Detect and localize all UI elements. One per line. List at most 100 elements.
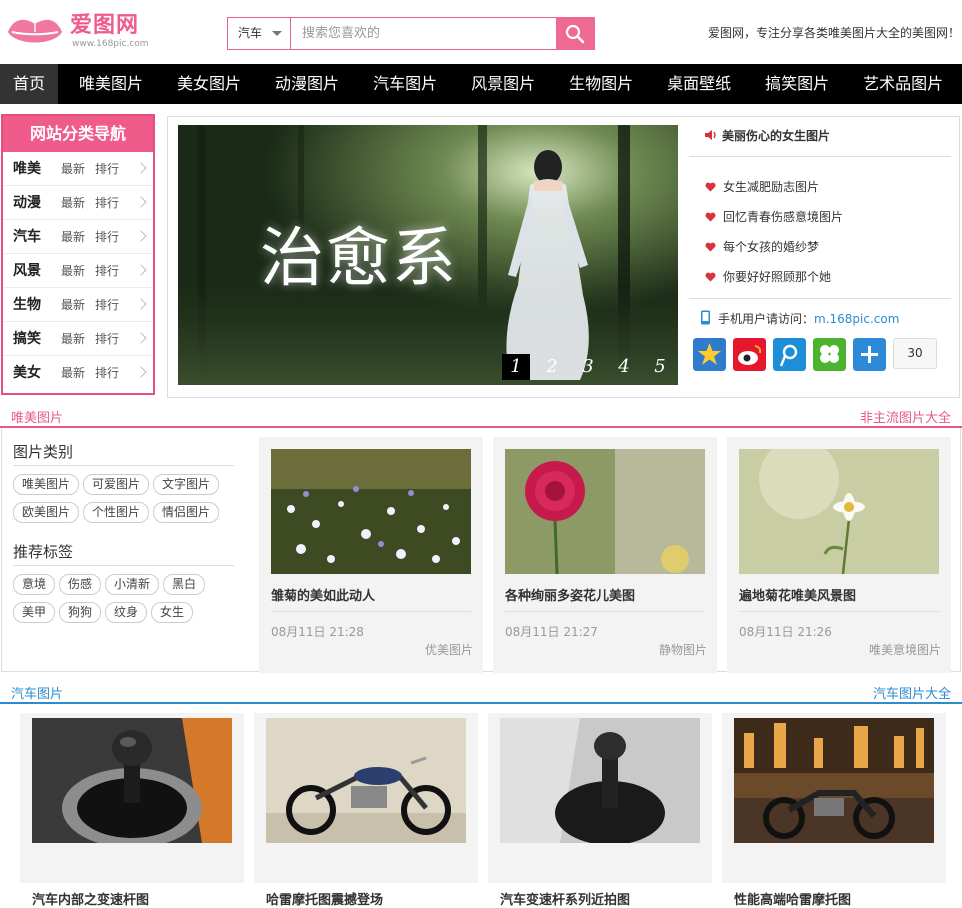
dahlia-thumbnail[interactable] <box>505 449 705 574</box>
hot-list-item[interactable]: 回忆青春伤感意境图片 <box>705 202 843 232</box>
category-row[interactable]: 唯美 最新 排行 <box>3 152 153 186</box>
tag-chip[interactable]: 黑白 <box>163 574 206 595</box>
tag-chip[interactable]: 小清新 <box>105 574 160 595</box>
category-name[interactable]: 唯美 <box>13 152 41 186</box>
banner-page-4[interactable]: 4 <box>610 354 638 380</box>
banner-page-3[interactable]: 3 <box>574 354 602 380</box>
category-rank-link[interactable]: 排行 <box>95 254 119 288</box>
harley-motorcycle-thumbnail[interactable] <box>266 718 466 843</box>
image-card[interactable]: 遍地菊花唯美风景图 08月11日 21:26 唯美意境图片 <box>727 437 951 673</box>
clover-icon[interactable] <box>813 338 846 371</box>
category-name[interactable]: 生物 <box>13 288 41 322</box>
category-latest-link[interactable]: 最新 <box>61 254 85 288</box>
tag-chip[interactable]: 纹身 <box>105 602 148 623</box>
card-title[interactable]: 汽车变速杆系列近拍图 <box>500 889 630 908</box>
image-card[interactable]: 性能高端哈雷摩托图 <box>722 713 946 908</box>
banner-page-5[interactable]: 5 <box>646 354 674 380</box>
banner-slider[interactable]: 治愈系 1 2 3 4 5 <box>178 125 678 385</box>
card-category[interactable]: 优美图片 <box>425 641 473 658</box>
category-name[interactable]: 汽车 <box>13 220 41 254</box>
search-category-select[interactable]: 汽车 <box>228 18 291 49</box>
daisy-field-thumbnail[interactable] <box>271 449 471 574</box>
tag-chip[interactable]: 意境 <box>13 574 56 595</box>
nav-item-anime[interactable]: 动漫图片 <box>254 64 352 104</box>
category-rank-link[interactable]: 排行 <box>95 186 119 220</box>
section-more-link[interactable]: 非主流图片大全 <box>860 407 951 426</box>
hot-list-item[interactable]: 女生减肥励志图片 <box>705 172 843 202</box>
night-motorcycle-thumbnail[interactable] <box>734 718 934 843</box>
nav-item-scenery[interactable]: 风景图片 <box>450 64 548 104</box>
category-latest-link[interactable]: 最新 <box>61 186 85 220</box>
card-title[interactable]: 各种绚丽多姿花儿美图 <box>505 585 705 612</box>
qzone-star-icon[interactable] <box>693 338 726 371</box>
nav-item-girls[interactable]: 美女图片 <box>156 64 254 104</box>
card-category[interactable]: 唯美意境图片 <box>869 641 941 658</box>
hot-list-item[interactable]: 你要好好照顾那个她 <box>705 262 843 292</box>
chrysanthemum-thumbnail[interactable] <box>739 449 939 574</box>
category-latest-link[interactable]: 最新 <box>61 220 85 254</box>
category-row[interactable]: 生物 最新 排行 <box>3 288 153 322</box>
card-title[interactable]: 遍地菊花唯美风景图 <box>739 585 939 612</box>
plus-icon[interactable] <box>853 338 886 371</box>
banner-page-2[interactable]: 2 <box>538 354 566 380</box>
nav-item-beautiful[interactable]: 唯美图片 <box>58 64 156 104</box>
image-card[interactable]: 各种绚丽多姿花儿美图 08月11日 21:27 静物图片 <box>493 437 717 673</box>
category-row[interactable]: 美女 最新 排行 <box>3 356 153 390</box>
gear-lever-closeup-thumbnail[interactable] <box>500 718 700 843</box>
image-card[interactable]: 汽车变速杆系列近拍图 <box>488 713 712 908</box>
category-row[interactable]: 搞笑 最新 排行 <box>3 322 153 356</box>
category-row[interactable]: 风景 最新 排行 <box>3 254 153 288</box>
weibo-icon[interactable] <box>733 338 766 371</box>
tag-chip[interactable]: 美甲 <box>13 602 56 623</box>
nav-item-funny[interactable]: 搞笑图片 <box>744 64 842 104</box>
search-input[interactable] <box>292 18 557 49</box>
category-rank-link[interactable]: 排行 <box>95 288 119 322</box>
category-latest-link[interactable]: 最新 <box>61 152 85 186</box>
tag-chip[interactable]: 情侣图片 <box>153 502 220 523</box>
category-row[interactable]: 动漫 最新 排行 <box>3 186 153 220</box>
nav-item-art[interactable]: 艺术品图片 <box>842 64 956 104</box>
category-row[interactable]: 汽车 最新 排行 <box>3 220 153 254</box>
tag-chip[interactable]: 欧美图片 <box>13 502 80 523</box>
image-card[interactable]: 雏菊的美如此动人 08月11日 21:28 优美图片 <box>259 437 483 673</box>
card-title[interactable]: 雏菊的美如此动人 <box>271 585 471 612</box>
category-name[interactable]: 美女 <box>13 356 41 390</box>
mobile-site-link[interactable]: m.168pic.com <box>814 312 899 326</box>
gear-shift-thumbnail[interactable] <box>32 718 232 843</box>
nav-item-home[interactable]: 首页 <box>0 64 59 104</box>
category-rank-link[interactable]: 排行 <box>95 152 119 186</box>
category-latest-link[interactable]: 最新 <box>61 356 85 390</box>
card-title[interactable]: 性能高端哈雷摩托图 <box>734 889 851 908</box>
site-logo[interactable]: 爱图网 www.168pic.com <box>6 11 166 51</box>
section-title[interactable]: 汽车图片 <box>11 683 63 702</box>
section-title[interactable]: 唯美图片 <box>11 407 63 426</box>
card-title[interactable]: 哈雷摩托图震撼登场 <box>266 889 383 908</box>
category-name[interactable]: 搞笑 <box>13 322 41 356</box>
tencent-weibo-icon[interactable] <box>773 338 806 371</box>
image-card[interactable]: 哈雷摩托图震撼登场 <box>254 713 478 908</box>
tag-chip[interactable]: 女生 <box>151 602 194 623</box>
card-category[interactable]: 静物图片 <box>659 641 707 658</box>
nav-item-cars[interactable]: 汽车图片 <box>352 64 450 104</box>
nav-item-wallpaper[interactable]: 桌面壁纸 <box>646 64 744 104</box>
image-card[interactable]: 汽车内部之变速杆图 <box>20 713 244 908</box>
card-title[interactable]: 汽车内部之变速杆图 <box>32 889 149 908</box>
hot-link[interactable]: 美丽伤心的女生图片 <box>704 127 830 144</box>
tag-chip[interactable]: 个性图片 <box>83 502 150 523</box>
section-more-link[interactable]: 汽车图片大全 <box>873 683 951 702</box>
banner-page-1[interactable]: 1 <box>502 354 530 380</box>
category-latest-link[interactable]: 最新 <box>61 322 85 356</box>
category-latest-link[interactable]: 最新 <box>61 288 85 322</box>
tag-chip[interactable]: 文字图片 <box>153 474 220 495</box>
category-rank-link[interactable]: 排行 <box>95 356 119 390</box>
category-name[interactable]: 风景 <box>13 254 41 288</box>
nav-item-creatures[interactable]: 生物图片 <box>548 64 646 104</box>
tag-chip[interactable]: 狗狗 <box>59 602 102 623</box>
hot-list-item[interactable]: 每个女孩的婚纱梦 <box>705 232 843 262</box>
tag-chip[interactable]: 可爱图片 <box>83 474 150 495</box>
category-rank-link[interactable]: 排行 <box>95 220 119 254</box>
search-button[interactable] <box>556 17 595 50</box>
tag-chip[interactable]: 伤感 <box>59 574 102 595</box>
tag-chip[interactable]: 唯美图片 <box>13 474 80 495</box>
category-rank-link[interactable]: 排行 <box>95 322 119 356</box>
